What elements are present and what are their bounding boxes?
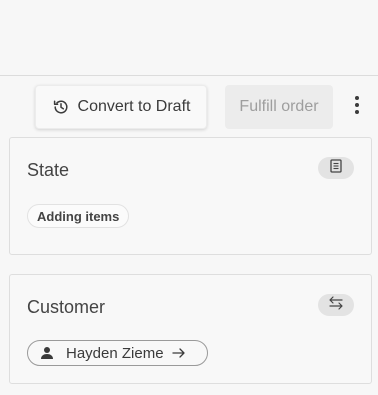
customer-link[interactable]: Hayden Zieme — [27, 340, 208, 366]
convert-to-draft-label: Convert to Draft — [77, 98, 191, 115]
arrow-right-icon — [171, 347, 186, 359]
customer-card-action-button[interactable] — [318, 294, 354, 316]
fulfill-order-label: Fulfill order — [239, 98, 319, 115]
history-icon — [52, 98, 70, 116]
swap-icon — [328, 295, 344, 315]
status-badge: Adding items — [27, 204, 130, 228]
action-bar: Convert to Draft Fulfill order — [0, 85, 378, 129]
state-card-action-button[interactable] — [318, 157, 354, 179]
top-bar — [0, 0, 378, 76]
document-icon — [330, 158, 342, 178]
person-icon — [40, 346, 54, 360]
fulfill-order-button[interactable]: Fulfill order — [225, 85, 333, 129]
more-options-button[interactable] — [347, 95, 367, 119]
customer-name: Hayden Zieme — [66, 344, 164, 362]
state-card-title: State — [27, 160, 70, 180]
customer-card-title: Customer — [27, 297, 106, 317]
convert-to-draft-button[interactable]: Convert to Draft — [35, 85, 207, 129]
more-vertical-icon — [354, 95, 360, 120]
customer-card: Customer Hayden Zieme — [9, 274, 372, 384]
state-card: State Adding items — [9, 137, 372, 255]
